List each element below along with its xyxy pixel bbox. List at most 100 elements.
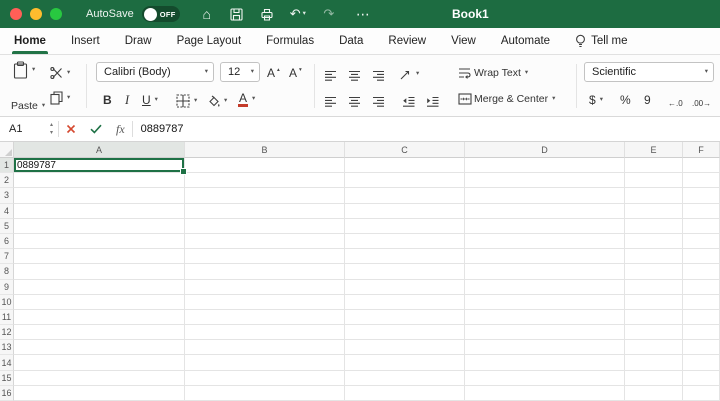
cell-F10[interactable] bbox=[683, 294, 720, 310]
tab-page-layout[interactable]: Page Layout bbox=[177, 28, 242, 54]
increase-font-size-button[interactable]: A bbox=[267, 64, 280, 82]
cell-C1[interactable] bbox=[345, 158, 465, 174]
row-header-15[interactable]: 15 bbox=[0, 370, 14, 386]
cell-B2[interactable] bbox=[185, 173, 345, 189]
cell-C12[interactable] bbox=[345, 325, 465, 341]
orientation-button[interactable] bbox=[399, 65, 419, 83]
tab-insert[interactable]: Insert bbox=[71, 28, 100, 54]
cell-A15[interactable] bbox=[14, 370, 185, 386]
increase-indent-button[interactable] bbox=[426, 92, 439, 110]
cell-F5[interactable] bbox=[683, 218, 720, 234]
font-color-button[interactable]: A bbox=[238, 90, 255, 108]
cell-E1[interactable] bbox=[625, 158, 683, 174]
cell-F9[interactable] bbox=[683, 279, 720, 295]
cell-A13[interactable] bbox=[14, 340, 185, 356]
decrease-font-size-button[interactable]: A bbox=[289, 64, 302, 82]
cell-F1[interactable] bbox=[683, 158, 720, 174]
name-box-stepper[interactable] bbox=[50, 120, 53, 135]
underline-button[interactable]: U bbox=[142, 91, 158, 109]
row-header-3[interactable]: 3 bbox=[0, 188, 14, 204]
cell-A12[interactable] bbox=[14, 325, 185, 341]
align-top-button[interactable] bbox=[324, 66, 337, 84]
merge-center-button[interactable]: Merge & Center bbox=[458, 90, 555, 108]
column-header-E[interactable]: E bbox=[625, 142, 683, 158]
cell-D10[interactable] bbox=[465, 294, 625, 310]
row-header-10[interactable]: 10 bbox=[0, 294, 14, 310]
column-header-A[interactable]: A bbox=[14, 142, 185, 158]
cell-E10[interactable] bbox=[625, 294, 683, 310]
cell-F7[interactable] bbox=[683, 249, 720, 265]
copy-button[interactable] bbox=[50, 89, 70, 107]
cell-D9[interactable] bbox=[465, 279, 625, 295]
cell-F13[interactable] bbox=[683, 340, 720, 356]
cell-D2[interactable] bbox=[465, 173, 625, 189]
cell-A10[interactable] bbox=[14, 294, 185, 310]
cell-C2[interactable] bbox=[345, 173, 465, 189]
cell-B11[interactable] bbox=[185, 309, 345, 326]
cell-D13[interactable] bbox=[465, 340, 625, 356]
tab-view[interactable]: View bbox=[451, 28, 476, 54]
undo-icon[interactable]: ↶ bbox=[290, 6, 306, 22]
currency-format-button[interactable]: $ bbox=[589, 91, 603, 109]
cell-E8[interactable] bbox=[625, 264, 683, 280]
cell-F14[interactable] bbox=[683, 355, 720, 371]
align-middle-button[interactable] bbox=[348, 66, 361, 84]
borders-button[interactable] bbox=[176, 92, 197, 110]
tab-draw[interactable]: Draw bbox=[125, 28, 152, 54]
cell-A16[interactable] bbox=[14, 385, 185, 401]
cell-D16[interactable] bbox=[465, 385, 625, 401]
cell-F8[interactable] bbox=[683, 264, 720, 280]
row-header-6[interactable]: 6 bbox=[0, 233, 14, 250]
italic-button[interactable]: I bbox=[125, 91, 129, 109]
cell-E6[interactable] bbox=[625, 233, 683, 250]
column-header-D[interactable]: D bbox=[465, 142, 625, 158]
cell-C6[interactable] bbox=[345, 233, 465, 250]
cell-E3[interactable] bbox=[625, 188, 683, 204]
row-header-9[interactable]: 9 bbox=[0, 279, 14, 295]
print-icon[interactable] bbox=[260, 8, 274, 21]
cell-F11[interactable] bbox=[683, 309, 720, 326]
cell-D3[interactable] bbox=[465, 188, 625, 204]
save-icon[interactable] bbox=[230, 7, 244, 21]
name-box[interactable]: A1 bbox=[0, 117, 58, 141]
cell-B1[interactable] bbox=[185, 158, 345, 174]
cell-E2[interactable] bbox=[625, 173, 683, 189]
cell-D11[interactable] bbox=[465, 309, 625, 326]
align-bottom-button[interactable] bbox=[372, 66, 385, 84]
align-center-button[interactable] bbox=[348, 92, 361, 110]
row-header-7[interactable]: 7 bbox=[0, 249, 14, 265]
more-icon[interactable]: ⋯ bbox=[356, 6, 370, 23]
cell-B7[interactable] bbox=[185, 249, 345, 265]
cell-B15[interactable] bbox=[185, 370, 345, 386]
cell-E14[interactable] bbox=[625, 355, 683, 371]
cell-F4[interactable] bbox=[683, 203, 720, 219]
row-header-1[interactable]: 1 bbox=[0, 158, 14, 174]
cell-A1[interactable]: 0889787 bbox=[14, 158, 187, 176]
cell-A7[interactable] bbox=[14, 249, 185, 265]
tab-home[interactable]: Home bbox=[12, 28, 48, 54]
cell-A2[interactable] bbox=[14, 173, 185, 189]
cell-F2[interactable] bbox=[683, 173, 720, 189]
cell-A6[interactable] bbox=[14, 233, 185, 250]
cell-C15[interactable] bbox=[345, 370, 465, 386]
cell-B5[interactable] bbox=[185, 218, 345, 234]
close-window-button[interactable] bbox=[10, 8, 22, 20]
column-header-B[interactable]: B bbox=[185, 142, 345, 158]
cell-B13[interactable] bbox=[185, 340, 345, 356]
cell-D12[interactable] bbox=[465, 325, 625, 341]
cell-C10[interactable] bbox=[345, 294, 465, 310]
minimize-window-button[interactable] bbox=[30, 8, 42, 20]
align-left-button[interactable] bbox=[324, 92, 337, 110]
formula-input[interactable]: 0889787 bbox=[141, 123, 720, 135]
row-header-5[interactable]: 5 bbox=[0, 218, 14, 234]
cell-F15[interactable] bbox=[683, 370, 720, 386]
cell-B14[interactable] bbox=[185, 355, 345, 371]
zoom-window-button[interactable] bbox=[50, 8, 62, 20]
cell-C3[interactable] bbox=[345, 188, 465, 204]
tab-review[interactable]: Review bbox=[388, 28, 426, 54]
paste-button[interactable] bbox=[13, 61, 35, 79]
cell-B6[interactable] bbox=[185, 233, 345, 250]
cell-C5[interactable] bbox=[345, 218, 465, 234]
cell-B10[interactable] bbox=[185, 294, 345, 310]
cell-A3[interactable] bbox=[14, 188, 185, 204]
